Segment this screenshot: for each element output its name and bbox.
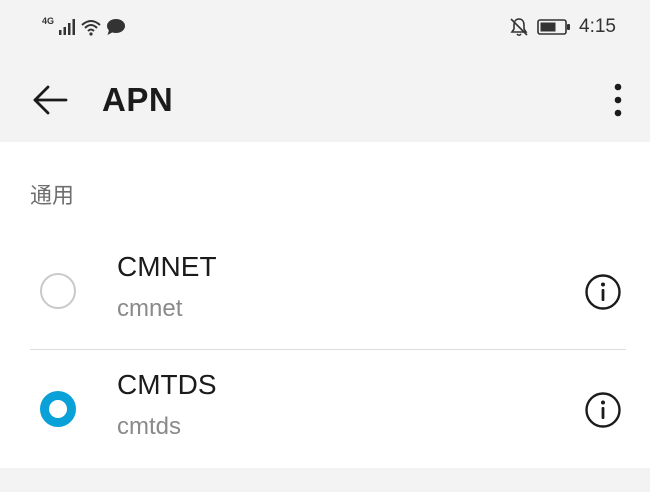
section-header: 通用 bbox=[30, 183, 75, 208]
battery-icon bbox=[537, 19, 571, 35]
info-icon[interactable] bbox=[584, 273, 622, 311]
message-icon bbox=[107, 19, 126, 35]
status-time: 4:15 bbox=[579, 16, 616, 37]
apn-subtitle: cmnet bbox=[117, 295, 183, 322]
network-type-label: 4G bbox=[42, 16, 55, 26]
apn-subtitle: cmtds bbox=[117, 413, 182, 440]
page-title: APN bbox=[102, 81, 174, 118]
apn-item-cmnet[interactable]: CMNET cmnet bbox=[0, 232, 650, 350]
info-icon[interactable] bbox=[584, 391, 622, 429]
more-options-button[interactable] bbox=[604, 76, 632, 124]
apn-item-cmtds[interactable]: CMTDS cmtds bbox=[0, 350, 650, 468]
bell-off-icon bbox=[510, 18, 528, 37]
apn-radio-button[interactable] bbox=[40, 273, 76, 309]
app-bar: APN bbox=[0, 56, 650, 142]
apn-name: CMNET bbox=[117, 251, 217, 282]
apn-name: CMTDS bbox=[117, 369, 217, 400]
status-bar: 4G 4:15 bbox=[0, 0, 650, 56]
status-right: 4:15 bbox=[509, 14, 616, 40]
more-vertical-icon bbox=[614, 83, 622, 117]
wifi-icon bbox=[81, 20, 101, 36]
bottom-spacer bbox=[0, 468, 650, 492]
status-left: 4G bbox=[42, 14, 126, 40]
apn-list-panel: 通用 CMNET cmnet CMTDS cmtds bbox=[0, 142, 650, 468]
apn-radio-button-selected[interactable] bbox=[40, 391, 76, 427]
back-button[interactable] bbox=[28, 78, 72, 122]
signal-icon bbox=[59, 19, 76, 35]
arrow-left-icon bbox=[33, 85, 68, 115]
